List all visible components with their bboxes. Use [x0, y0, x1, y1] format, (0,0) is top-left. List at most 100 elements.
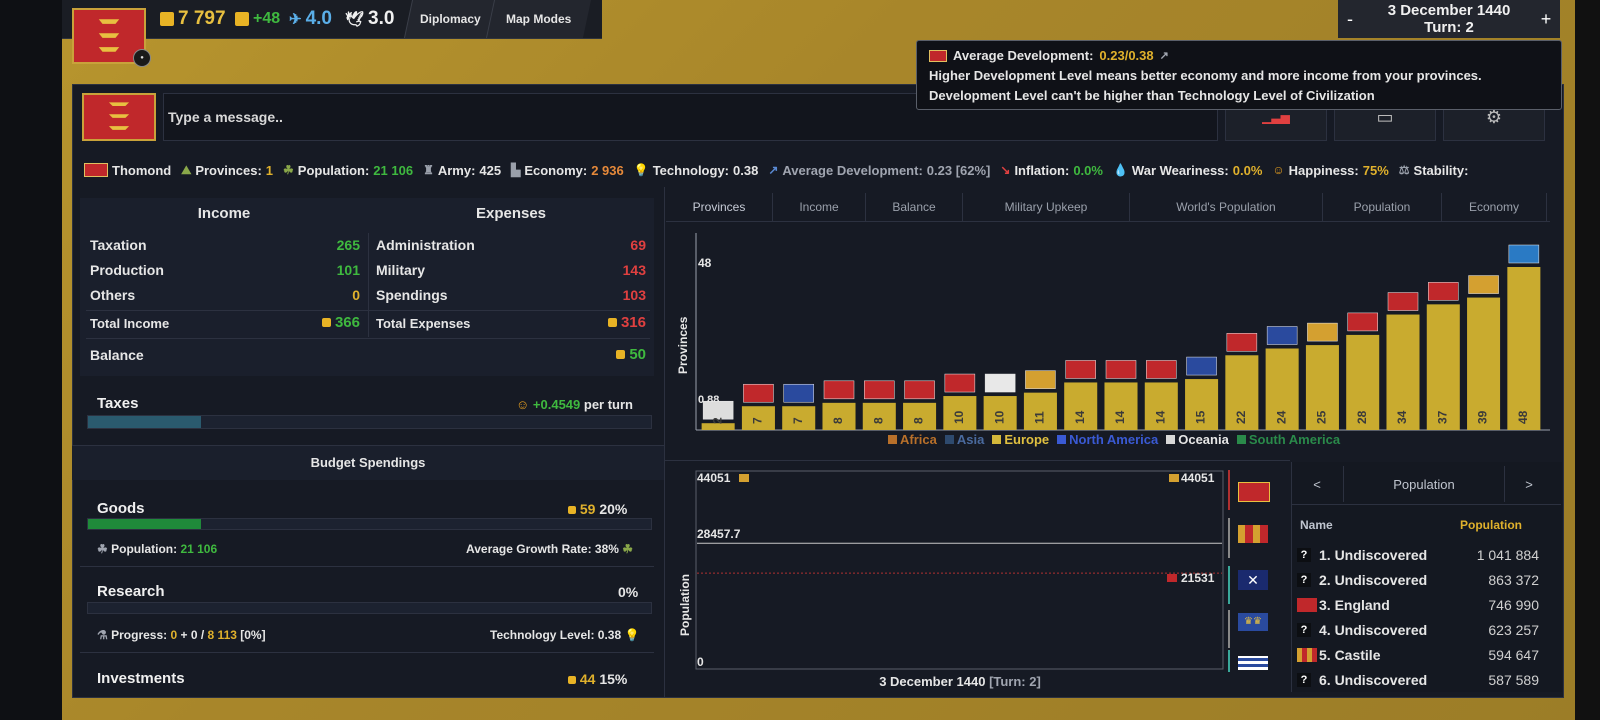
gold-icon	[321, 318, 331, 327]
speed-up-button[interactable]: +	[1526, 0, 1566, 38]
population-icon: ☘	[97, 542, 108, 556]
stat-population[interactable]: ☘ Population: 21 106	[283, 163, 413, 178]
england-flag-icon	[1297, 597, 1317, 612]
table-row[interactable]: ? 1. Undiscovered 1 041 884	[1291, 542, 1561, 567]
trend-down-icon: ↘	[1000, 163, 1011, 177]
budget-title: Budget Spendings	[310, 455, 426, 470]
taxes-label: Taxes	[97, 395, 139, 412]
striped-flag-icon[interactable]	[1238, 656, 1268, 670]
england-flag-icon[interactable]	[1238, 482, 1270, 502]
table-row[interactable]: ? 6. Undiscovered 587 589	[1291, 667, 1561, 692]
bar-chart-icon: ▁▃▅	[1262, 110, 1290, 124]
lightbulb-icon: 💡	[624, 628, 640, 642]
crown-flag-icon[interactable]: ♛♛	[1238, 613, 1268, 631]
bar[interactable]	[903, 402, 937, 430]
tab-worlds-population[interactable]: World's Population	[1130, 193, 1323, 221]
stat-inflation[interactable]: ↘ Inflation: 0.0%	[1000, 163, 1103, 178]
tab-map-modes[interactable]: Map Modes	[485, 0, 592, 38]
bar[interactable]	[822, 402, 856, 430]
legend-swatch	[1057, 435, 1067, 444]
speed-down-button[interactable]: -	[1330, 0, 1370, 38]
bar-value-label: 14	[1113, 410, 1127, 424]
gold-resource[interactable]: 7 797	[160, 8, 226, 30]
flag-icon	[1169, 474, 1179, 482]
table-row[interactable]: ? 4. Undiscovered 623 257	[1291, 617, 1561, 642]
stat-economy[interactable]: ▙ Economy: 2 936	[511, 163, 624, 178]
country-flag-icon	[1508, 244, 1540, 264]
population-line-chart: 44051 44051 28457.7 21531 0	[695, 470, 1224, 670]
table-row[interactable]: 3. England 746 990	[1291, 592, 1561, 617]
bar[interactable]	[1507, 267, 1541, 430]
stat-average-development[interactable]: ↗ Average Development: 0.23 [62%]	[768, 163, 990, 178]
factory-icon: ▙	[511, 163, 521, 177]
tab-economy[interactable]: Economy	[1442, 193, 1547, 221]
taxes-rate: ☺ +0.4549 per turn	[516, 397, 634, 412]
value-label-top-right: 44051	[1181, 471, 1215, 485]
stat-war-weariness[interactable]: 💧 War Weariness: 0.0%	[1113, 163, 1262, 178]
ranking-next-button[interactable]: >	[1503, 466, 1555, 502]
country-flag-icon	[1025, 370, 1056, 389]
stability-icon: ⚖	[1398, 163, 1410, 177]
bar[interactable]	[1467, 297, 1501, 430]
stat-stability[interactable]: ⚖ Stability:	[1399, 163, 1469, 178]
tab-diplomacy[interactable]: Diplomacy	[403, 0, 496, 38]
gold-delta: +48	[235, 10, 280, 28]
bars: 2 7 7 8 8 8 10 10 11 14 14 14 15 22 24 25 28 34 37 39 48	[701, 244, 1541, 430]
saltire-flag-icon[interactable]: ✕	[1238, 570, 1268, 590]
stat-happiness[interactable]: ☺ Happiness: 75%	[1272, 163, 1388, 178]
taxes-slider-fill	[88, 416, 201, 428]
legend-item: Asia	[944, 432, 984, 447]
chart-legend: Africa Asia Europe North America Oceania Sout…	[888, 432, 1340, 447]
table-row[interactable]: ? 2. Undiscovered 863 372	[1291, 567, 1561, 592]
taxes-slider[interactable]	[87, 415, 652, 429]
bar-value-label: 25	[1315, 410, 1329, 424]
legend-label: Africa	[900, 432, 937, 447]
country-flag-icon	[904, 380, 935, 400]
legend-item: Africa	[888, 432, 937, 447]
legend-label: Oceania	[1178, 432, 1229, 447]
goods-label: Goods	[97, 500, 145, 517]
chart-tabs: Provinces Income Balance Military Upkeep…	[666, 193, 1550, 222]
income-value: 265	[336, 237, 360, 253]
tab-income[interactable]: Income	[773, 193, 866, 221]
stat-provinces[interactable]: ⛰ Provinces: 1	[181, 163, 273, 178]
bar-value-label: 7	[751, 417, 765, 424]
value-label-mid: 28457.7	[697, 527, 741, 541]
goods-slider[interactable]	[87, 518, 652, 530]
research-slider[interactable]	[87, 602, 652, 614]
drop-icon: 💧	[1112, 163, 1128, 177]
plane-icon: ✈	[289, 11, 302, 28]
tab-balance[interactable]: Balance	[866, 193, 963, 221]
bar[interactable]	[862, 402, 896, 430]
expense-label: Administration	[376, 237, 475, 253]
tab-military-upkeep[interactable]: Military Upkeep	[963, 193, 1130, 221]
stat-army[interactable]: ♜ Army: 425	[423, 163, 501, 178]
ranking-prev-button[interactable]: <	[1291, 466, 1343, 502]
goods-slider-fill	[88, 519, 201, 529]
balance-value: 50	[586, 346, 646, 363]
stat-country[interactable]: Thomond	[84, 163, 171, 178]
bar-value-label: 34	[1395, 410, 1409, 424]
legend-label: North America	[1069, 432, 1159, 447]
table-row[interactable]: 5. Castile 594 647	[1291, 642, 1561, 667]
castile-flag-icon	[1297, 647, 1317, 662]
country-flag-icon	[984, 373, 1016, 393]
value-label-top: 44051	[697, 471, 731, 485]
divider	[80, 566, 654, 567]
manpower-resource[interactable]: ✈ 4.0	[289, 8, 332, 30]
castile-flag-icon[interactable]	[1238, 525, 1268, 543]
legend-swatch	[888, 435, 897, 444]
country-flag-icon	[1387, 292, 1419, 311]
tab-population[interactable]: Population	[1323, 193, 1442, 221]
diplomacy-resource[interactable]: 🕊 3.0	[345, 8, 394, 30]
unknown-flag-icon: ?	[1297, 547, 1311, 562]
tab-provinces[interactable]: Provinces	[666, 193, 773, 221]
country-flag-icon	[702, 400, 734, 420]
total-expenses-label: Total Expenses	[376, 316, 471, 331]
population-x-label: 3 December 1440 [Turn: 2]	[879, 674, 1041, 689]
country-flag-icon	[1266, 326, 1298, 345]
stat-technology[interactable]: 💡 Technology: 0.38	[634, 163, 759, 178]
bar-value-label: 15	[1194, 410, 1208, 424]
dove-icon: 🕊	[345, 11, 365, 28]
country-flag-icon	[1347, 312, 1378, 332]
